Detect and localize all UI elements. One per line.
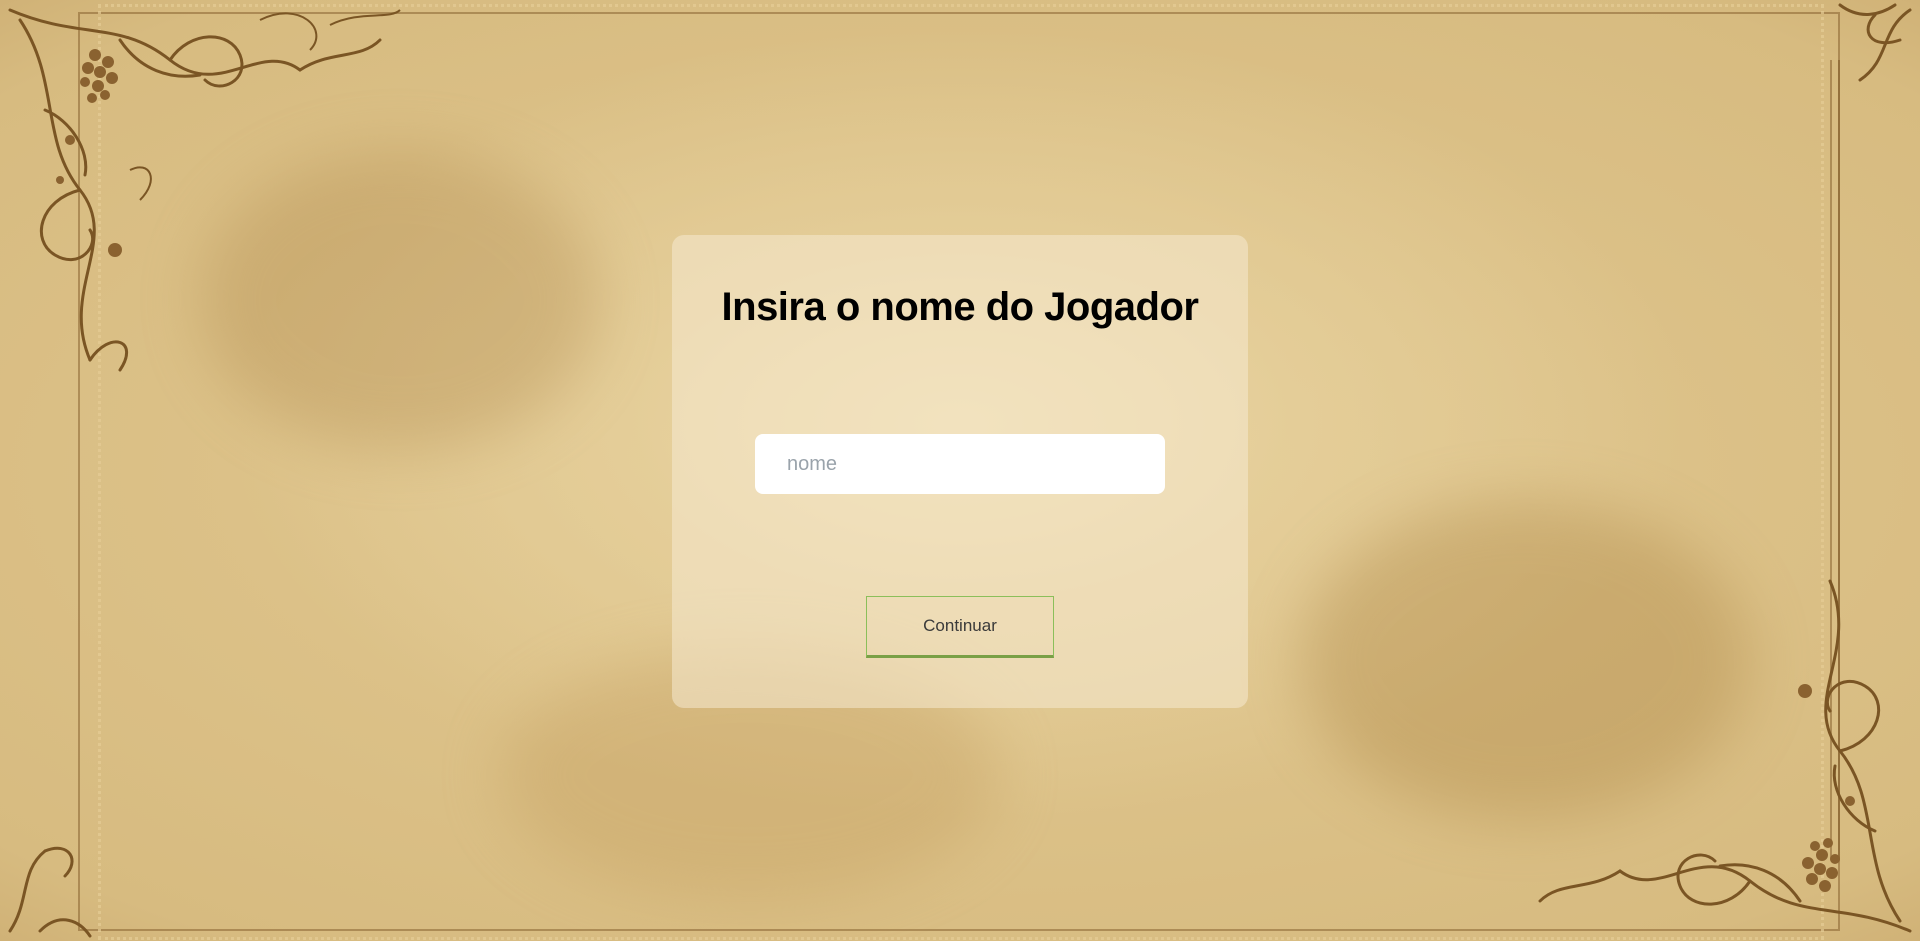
player-name-input[interactable]: [755, 434, 1165, 494]
parchment-stain: [200, 150, 600, 450]
continue-button[interactable]: Continuar: [866, 596, 1054, 658]
parchment-stain: [1300, 500, 1750, 820]
page-title: Insira o nome do Jogador: [721, 285, 1199, 329]
player-name-card: Insira o nome do Jogador Continuar: [672, 235, 1248, 708]
